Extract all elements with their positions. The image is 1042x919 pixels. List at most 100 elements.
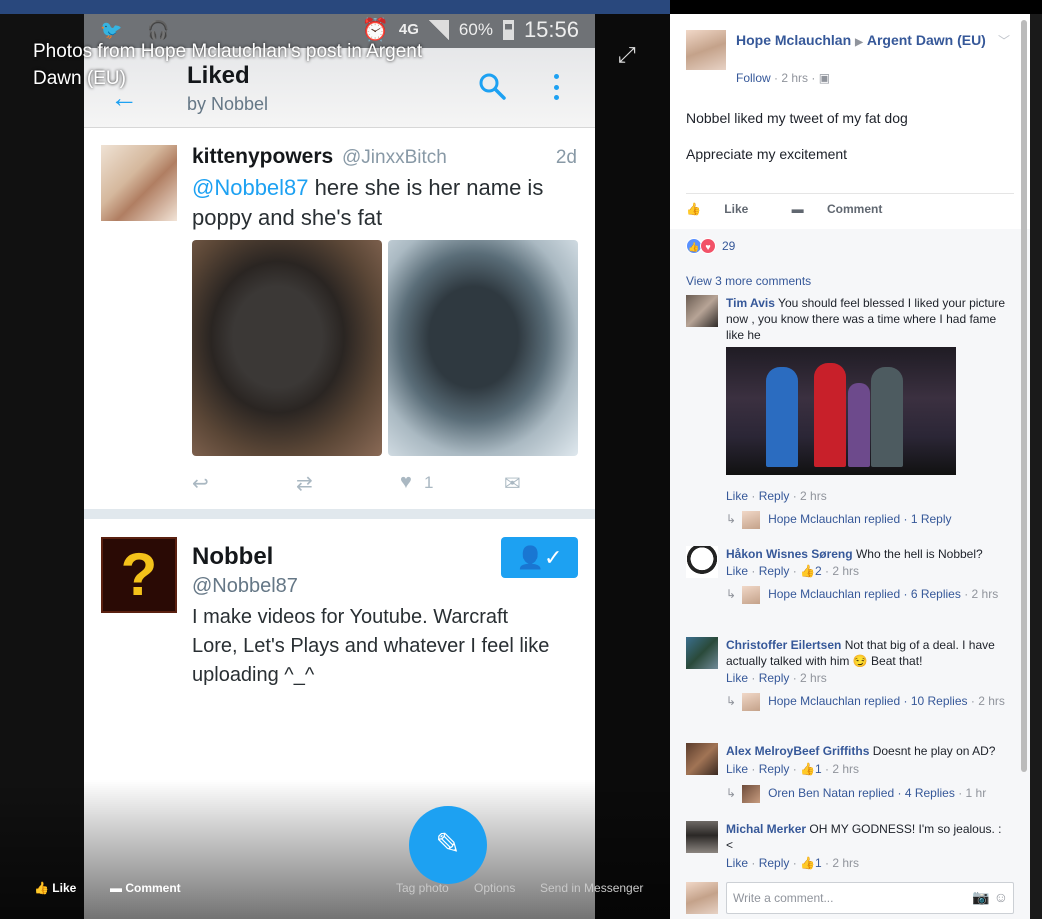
camera-icon[interactable]: 📷 ☺ [972, 889, 1008, 906]
replies-link[interactable]: ↳ Hope Mclauchlan replied · 10 Replies · … [726, 691, 1006, 711]
photo-like-button[interactable]: 👍 Like [34, 881, 76, 895]
post-comment-button[interactable]: ▬ Comment [792, 202, 903, 216]
group-name[interactable]: Argent Dawn (EU) [867, 32, 986, 48]
replies-link[interactable]: ↳ Hope Mclauchlan replied · 6 Replies · 2… [726, 584, 1006, 604]
tweet-photo-dog-1[interactable] [192, 240, 382, 456]
profile-bio: I make videos for Youtube. Warcraft Lore… [192, 606, 550, 686]
comment-input[interactable]: Write a comment... [726, 882, 1014, 914]
poster-name[interactable]: Hope Mclauchlan [736, 32, 851, 48]
love-reaction-icon: ♥ [700, 238, 716, 254]
section-divider [84, 509, 595, 519]
comment-reply-link[interactable]: Reply [759, 489, 790, 503]
comment-like-link[interactable]: Like [726, 856, 748, 870]
replies-link[interactable]: ↳ Hope Mclauchlan replied · 1 Reply [726, 509, 1006, 529]
post-actions: 👍 Like ▬ Comment [686, 202, 922, 216]
comment-like-link[interactable]: Like [726, 671, 748, 685]
replies-link[interactable]: ↳ Oren Ben Natan replied · 4 Replies · 1 … [726, 783, 1006, 803]
comment-like-link[interactable]: Like [726, 489, 748, 503]
commenter-name[interactable]: Alex MelroyBeef Griffiths [726, 744, 869, 758]
tweet-photo-dog-2[interactable] [388, 240, 578, 456]
search-icon[interactable] [478, 72, 506, 100]
signal-icon [428, 20, 449, 40]
follow-link[interactable]: Follow [736, 71, 771, 85]
comment-reply-link[interactable]: Reply [759, 856, 790, 870]
reply-arrow-icon: ↳ [726, 512, 737, 526]
current-user-avatar [686, 882, 718, 914]
comment-body: Tim Avis You should feel blessed I liked… [726, 296, 1006, 342]
post-meta: Follow · 2 hrs · ▣ [736, 71, 831, 85]
more-options-icon[interactable] [554, 74, 560, 100]
smirk-emoji-icon: 😏 [852, 654, 868, 668]
replier-avatar [742, 585, 761, 604]
clock-time: 15:56 [523, 17, 579, 42]
tweet-mention[interactable]: @Nobbel87 [192, 175, 309, 200]
commenter-name[interactable]: Håkon Wisnes Søreng [726, 547, 853, 561]
comment-reaction-count[interactable]: 👍1 [800, 856, 822, 870]
scrollbar-thumb[interactable] [1021, 20, 1027, 772]
tweet-card[interactable]: kittenypowers @JinxxBitch 2d @Nobbel87 h… [84, 129, 595, 509]
direct-message-icon[interactable]: ✉ [504, 471, 521, 496]
comment-reaction-count[interactable]: 👍1 [800, 762, 822, 776]
post-time[interactable]: 2 hrs [781, 71, 808, 85]
commenter-name[interactable]: Michal Merker [726, 822, 806, 836]
heart-icon[interactable]: ♥ [400, 471, 412, 494]
chevron-down-icon[interactable]: ﹀ [998, 32, 1010, 49]
expand-icon[interactable]: ⤢ [618, 42, 636, 68]
profile-name[interactable]: Nobbel [192, 543, 273, 571]
battery-icon [502, 20, 514, 40]
comment-footer: Like · Reply · 2 hrs [726, 671, 827, 685]
comment-reply-link[interactable]: Reply [759, 762, 790, 776]
view-more-comments-link[interactable]: View 3 more comments [686, 274, 811, 288]
like-reaction-icon: 👍 [800, 564, 815, 578]
commenter-avatar[interactable] [686, 546, 718, 578]
reply-arrow-icon: ↳ [726, 786, 737, 800]
comment-body: Michal Merker OH MY GODNESS! I'm so jeal… [726, 822, 1002, 852]
comment-reply-link[interactable]: Reply [759, 671, 790, 685]
triangle-right-icon: ▶ [855, 37, 863, 48]
following-button[interactable]: 👤✓ [501, 537, 578, 578]
commenter-avatar[interactable] [686, 821, 718, 853]
reply-arrow-icon: ↳ [726, 694, 737, 708]
retweet-icon[interactable]: ⇄ [296, 471, 313, 496]
reactions-summary[interactable]: 👍 ♥ 29 [686, 238, 735, 254]
battery-percent: 60% [458, 20, 493, 39]
commenter-name[interactable]: Tim Avis [726, 296, 775, 310]
comment-reaction-count[interactable]: 👍2 [800, 564, 822, 578]
like-reaction-icon: 👍 [800, 856, 815, 870]
comment-like-link[interactable]: Like [726, 564, 748, 578]
poster-avatar[interactable] [686, 30, 726, 70]
thumbs-up-icon: 👍 [686, 202, 705, 216]
comment-footer: Like · Reply · 👍2 · 2 hrs [726, 564, 860, 578]
tweet-actions: ↩ ⇄ ♥ 1 ✉ [192, 471, 572, 499]
tweet-author-name[interactable]: kittenypowers [192, 145, 333, 169]
commenter-avatar[interactable] [686, 743, 718, 775]
post-like-button[interactable]: 👍 Like [686, 202, 768, 216]
comments-area: 👍 ♥ 29 View 3 more comments Tim Avis You… [670, 229, 1030, 919]
comment-footer: Like · Reply · 2 hrs [726, 489, 827, 503]
comment-bubble-icon: ▬ [110, 881, 126, 895]
photo-comment-button[interactable]: ▬ Comment [110, 881, 181, 895]
page-subtitle: by Nobbel [187, 94, 269, 114]
comment-photo[interactable] [726, 347, 956, 475]
divider [686, 193, 1014, 194]
commenter-name[interactable]: Christoffer Eilertsen [726, 638, 841, 652]
reply-icon[interactable]: ↩ [192, 471, 209, 496]
commenter-avatar[interactable] [686, 637, 718, 669]
profile-handle: @Nobbel87 [192, 575, 298, 597]
options-button[interactable]: Options [474, 881, 515, 895]
commenter-avatar[interactable] [686, 295, 718, 327]
tweet-author-handle: @JinxxBitch [342, 147, 447, 168]
tweet-author-avatar[interactable] [101, 145, 177, 221]
profile-avatar[interactable]: ? [101, 537, 177, 613]
comment-reply-link[interactable]: Reply [759, 564, 790, 578]
post-text: Nobbel liked my tweet of my fat dog Appr… [686, 108, 1006, 180]
comment-like-link[interactable]: Like [726, 762, 748, 776]
scrollbar-track[interactable] [1030, 14, 1042, 919]
user-check-icon: 👤✓ [516, 545, 563, 570]
comment-bubble-icon: ▬ [791, 202, 807, 216]
photo-viewer: 🐦 🎧 ⏰ 4G 60% 15:56 ← Liked by Nobbel kit… [0, 0, 670, 919]
tag-photo-button[interactable]: Tag photo [396, 881, 449, 895]
compose-tweet-button[interactable]: ✎ [409, 806, 487, 884]
send-in-messenger-button[interactable]: Send in Messenger [540, 881, 643, 895]
tweet-time: 2d [555, 147, 577, 168]
